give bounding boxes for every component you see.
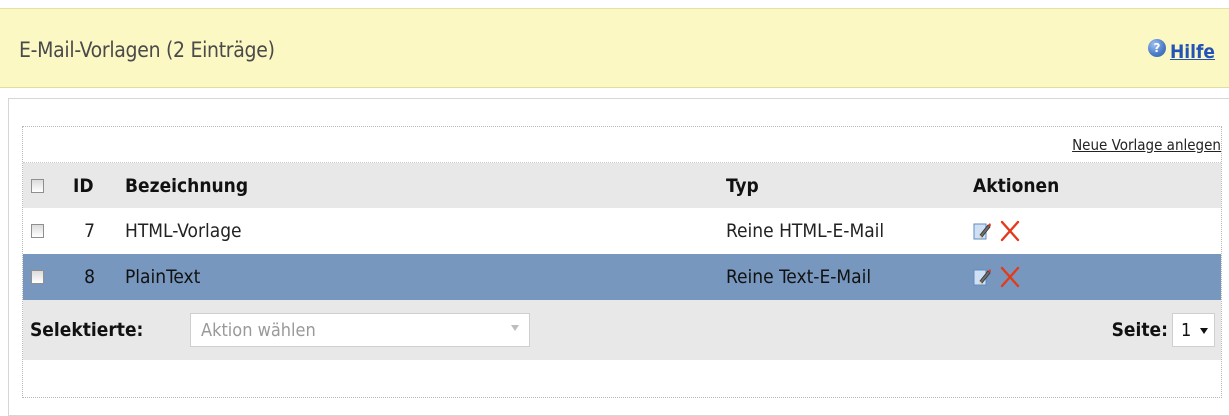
row-checkbox[interactable] (31, 224, 44, 238)
table-header-row: ID Bezeichnung Typ Aktionen (23, 163, 1221, 208)
column-header-type: Typ (726, 174, 759, 197)
row-actions (973, 254, 1021, 300)
edit-icon[interactable] (973, 267, 991, 287)
page-label: Seite: (1111, 319, 1168, 341)
delete-icon[interactable] (999, 266, 1021, 288)
row-checkbox-cell[interactable] (31, 208, 51, 254)
action-select[interactable]: Aktion wählen (190, 313, 530, 347)
chevron-down-icon (511, 325, 519, 331)
row-id: 8 (84, 266, 95, 288)
row-actions (973, 208, 1021, 254)
column-header-id: ID (73, 174, 94, 197)
email-templates-page: E-Mail-Vorlagen (2 Einträge) ? Hilfe Neu… (0, 0, 1229, 416)
templates-panel: Neue Vorlage anlegen ID Bezeichnung Typ … (22, 126, 1222, 398)
delete-icon[interactable] (999, 220, 1021, 242)
select-all-checkbox[interactable] (31, 178, 44, 193)
table-footer: Selektierte: Aktion wählen Seite: 1 (23, 300, 1221, 360)
row-checkbox[interactable] (31, 270, 44, 284)
page-header: E-Mail-Vorlagen (2 Einträge) ? Hilfe (0, 8, 1229, 88)
row-name: PlainText (125, 266, 201, 288)
row-type: Reine HTML-E-Mail (726, 220, 885, 242)
column-header-actions: Aktionen (973, 174, 1060, 197)
column-header-name: Bezeichnung (125, 174, 249, 197)
edit-icon[interactable] (973, 221, 991, 241)
help-link-container[interactable]: ? Hilfe (1147, 39, 1215, 63)
table-row[interactable]: 7 HTML-Vorlage Reine HTML-E-Mail (23, 208, 1221, 254)
help-link[interactable]: Hilfe (1170, 41, 1215, 63)
row-type: Reine Text-E-Mail (726, 266, 872, 288)
page-title: E-Mail-Vorlagen (2 Einträge) (19, 38, 275, 62)
row-name: HTML-Vorlage (125, 220, 242, 242)
page-select[interactable]: 1 (1172, 313, 1215, 347)
help-icon[interactable]: ? (1147, 39, 1166, 57)
chevron-down-icon (1200, 328, 1208, 334)
selected-label: Selektierte: (30, 319, 144, 341)
content-area: Neue Vorlage anlegen ID Bezeichnung Typ … (8, 98, 1229, 416)
page-select-value: 1 (1181, 319, 1192, 341)
templates-table: ID Bezeichnung Typ Aktionen 7 HTML-Vorla… (23, 162, 1221, 360)
table-row[interactable]: 8 PlainText Reine Text-E-Mail (23, 254, 1221, 300)
new-template-link[interactable]: Neue Vorlage anlegen (1072, 136, 1221, 154)
row-id: 7 (84, 220, 95, 242)
select-all-checkbox-cell[interactable] (31, 163, 51, 208)
row-checkbox-cell[interactable] (31, 254, 51, 300)
action-select-value: Aktion wählen (201, 319, 316, 341)
